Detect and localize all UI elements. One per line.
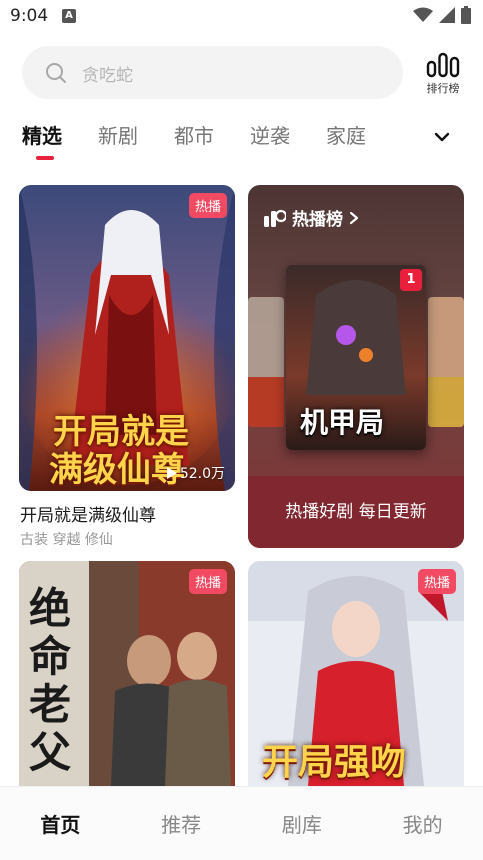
- drama-card[interactable]: 热播 绝命老父: [19, 561, 235, 786]
- tab-family[interactable]: 家庭: [326, 120, 402, 160]
- play-count-value: 52.0万: [179, 466, 225, 482]
- tab-label: 新剧: [98, 124, 138, 148]
- ranking-cover-title: 机甲局: [300, 406, 385, 439]
- rank-number-badge: 1: [400, 269, 422, 291]
- tab-featured[interactable]: 精选: [22, 120, 98, 160]
- hot-ranking-title: 热播榜: [292, 210, 343, 230]
- active-tab-indicator: [36, 156, 54, 160]
- hot-badge: 热播: [188, 569, 227, 594]
- status-bar: 9:04 A: [0, 0, 483, 32]
- search-placeholder: 贪吃蛇: [82, 66, 133, 86]
- tab-label: 家庭: [326, 124, 366, 148]
- tab-urban[interactable]: 都市: [174, 120, 250, 160]
- ranking-bars-icon: [426, 52, 460, 78]
- wifi-icon: [413, 7, 433, 22]
- tab-label: 逆袭: [250, 124, 290, 148]
- status-time: 9:04: [10, 6, 49, 26]
- tab-label: 都市: [174, 124, 214, 148]
- nav-home[interactable]: 首页: [0, 787, 121, 860]
- ranking-button[interactable]: 排行榜: [420, 50, 466, 102]
- tab-label: 精选: [22, 124, 62, 148]
- ranking-side-cover-left: [248, 297, 284, 427]
- search-input[interactable]: 贪吃蛇: [22, 46, 403, 99]
- ranking-label: 排行榜: [426, 82, 460, 95]
- nav-recommend[interactable]: 推荐: [121, 787, 242, 860]
- chevron-down-icon[interactable]: [431, 126, 453, 148]
- status-icons: [413, 6, 471, 24]
- drama-card[interactable]: 热播 开局强吻: [248, 561, 464, 786]
- tab-comeback[interactable]: 逆袭: [250, 120, 326, 160]
- hot-badge: 热播: [417, 569, 456, 594]
- ranking-top-cover[interactable]: 1 机甲局: [286, 265, 426, 450]
- signal-icon: [439, 7, 455, 23]
- ranking-logo-icon: [264, 209, 286, 227]
- search-icon: [46, 63, 66, 83]
- drama-card[interactable]: 热播 开局就是 满级仙尊 52.0万: [19, 185, 235, 491]
- bottom-navigation: 首页 推荐 剧库 我的: [0, 786, 483, 860]
- cover-title-line: 开局就是: [53, 412, 189, 452]
- play-count: 52.0万: [166, 463, 225, 483]
- tab-new[interactable]: 新剧: [98, 120, 174, 160]
- notification-a-icon: A: [62, 9, 76, 23]
- hot-ranking-card[interactable]: 热播榜 1 机甲局 热播好剧 每日更新: [248, 185, 464, 548]
- drama-tags: 古装 穿越 修仙: [20, 532, 113, 548]
- hot-ranking-footer: 热播好剧 每日更新: [248, 476, 464, 548]
- ranking-side-cover-right: [428, 297, 464, 427]
- hot-ranking-header[interactable]: 热播榜: [264, 205, 359, 230]
- drama-title[interactable]: 开局就是满级仙尊: [20, 501, 156, 526]
- nav-library[interactable]: 剧库: [242, 787, 363, 860]
- cover-title: 开局强吻: [262, 741, 407, 783]
- hot-badge: 热播: [188, 193, 227, 218]
- chevron-right-icon: [349, 211, 359, 224]
- play-icon: [166, 467, 177, 479]
- cover-title: 绝命老父: [29, 584, 72, 777]
- battery-icon: [461, 6, 471, 24]
- category-tabs: 精选 新剧 都市 逆袭 家庭: [22, 120, 402, 160]
- nav-profile[interactable]: 我的: [362, 787, 483, 860]
